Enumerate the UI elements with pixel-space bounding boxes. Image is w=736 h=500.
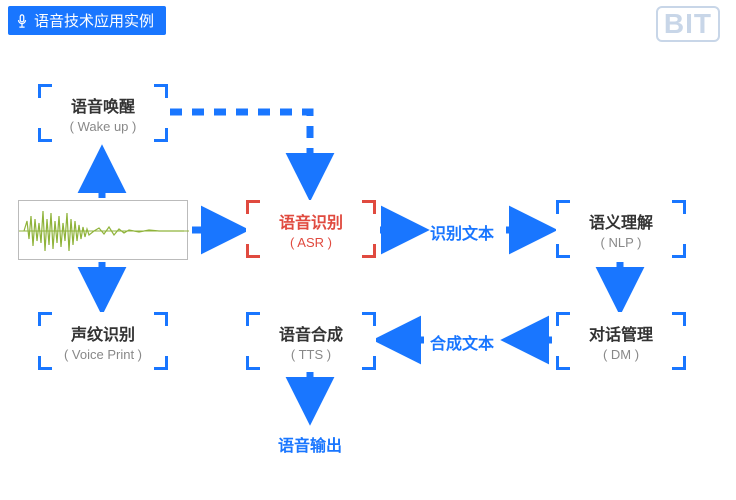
label-voice-output: 语音输出 — [278, 432, 342, 456]
wakeup-label-en: ( Wake up ) — [70, 119, 137, 134]
header-tag: 语音技术应用实例 — [8, 6, 166, 35]
logo: BIT — [656, 6, 720, 42]
node-voiceprint: 声纹识别 ( Voice Print ) — [38, 312, 168, 370]
voiceprint-label-cn: 声纹识别 — [71, 321, 135, 345]
asr-label-cn: 语音识别 — [279, 209, 343, 233]
node-nlp: 语义理解 ( NLP ) — [556, 200, 686, 258]
asr-label-en: ( ASR ) — [290, 235, 332, 250]
label-recognize-text: 识别文本 — [430, 220, 494, 244]
dm-label-cn: 对话管理 — [589, 321, 653, 345]
mic-icon — [16, 14, 28, 28]
node-tts: 语音合成 ( TTS ) — [246, 312, 376, 370]
wakeup-label-cn: 语音唤醒 — [71, 93, 135, 117]
header-title: 语音技术应用实例 — [34, 10, 154, 31]
nlp-label-cn: 语义理解 — [589, 209, 653, 233]
audio-waveform — [18, 200, 188, 260]
node-asr: 语音识别 ( ASR ) — [246, 200, 376, 258]
nlp-label-en: ( NLP ) — [601, 235, 642, 250]
tts-label-cn: 语音合成 — [279, 321, 343, 345]
dm-label-en: ( DM ) — [603, 347, 639, 362]
node-dm: 对话管理 ( DM ) — [556, 312, 686, 370]
voiceprint-label-en: ( Voice Print ) — [64, 347, 142, 362]
node-wakeup: 语音唤醒 ( Wake up ) — [38, 84, 168, 142]
label-synth-text: 合成文本 — [430, 330, 494, 354]
tts-label-en: ( TTS ) — [291, 347, 331, 362]
